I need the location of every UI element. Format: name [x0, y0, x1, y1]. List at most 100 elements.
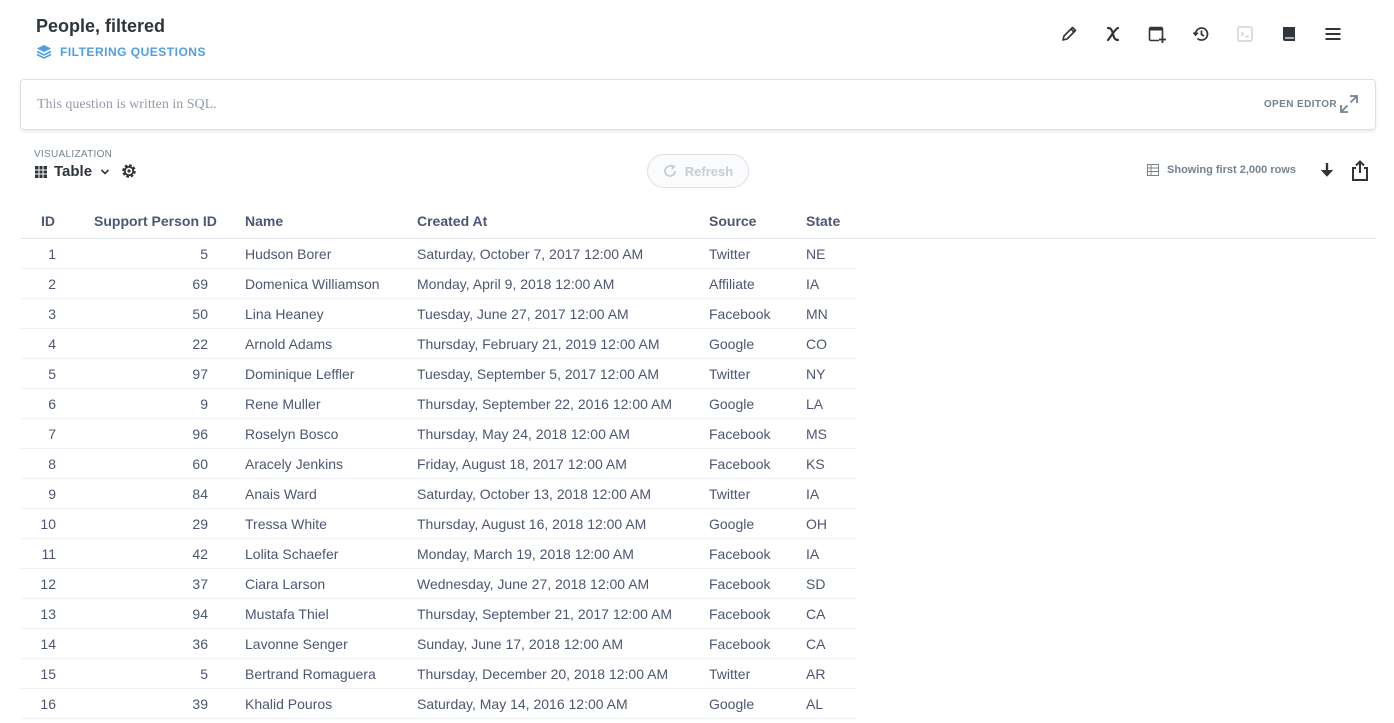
- refresh-button[interactable]: Refresh: [647, 154, 749, 188]
- gear-icon[interactable]: [120, 162, 138, 180]
- history-button[interactable]: [1190, 22, 1212, 46]
- cell-name[interactable]: Khalid Pouros: [245, 696, 332, 712]
- cell-source[interactable]: Facebook: [709, 306, 770, 322]
- cell-created-at[interactable]: Tuesday, September 5, 2017 12:00 AM: [417, 366, 659, 382]
- cell-id[interactable]: 12: [20, 576, 56, 592]
- cell-support-person-id[interactable]: 39: [100, 696, 208, 712]
- cell-created-at[interactable]: Thursday, December 20, 2018 12:00 AM: [417, 666, 668, 682]
- cell-source[interactable]: Google: [709, 396, 754, 412]
- cell-id[interactable]: 2: [20, 276, 56, 292]
- cell-id[interactable]: 7: [20, 426, 56, 442]
- cell-state[interactable]: OH: [806, 516, 827, 532]
- cell-name[interactable]: Lolita Schaefer: [245, 546, 338, 562]
- cell-support-person-id[interactable]: 29: [100, 516, 208, 532]
- download-icon[interactable]: [1318, 161, 1336, 181]
- cell-support-person-id[interactable]: 96: [100, 426, 208, 442]
- cell-id[interactable]: 4: [20, 336, 56, 352]
- cell-id[interactable]: 1: [20, 246, 56, 262]
- cell-support-person-id[interactable]: 60: [100, 456, 208, 472]
- cell-state[interactable]: CA: [806, 606, 825, 622]
- cell-support-person-id[interactable]: 5: [100, 246, 208, 262]
- cell-name[interactable]: Rene Muller: [245, 396, 320, 412]
- cell-created-at[interactable]: Friday, August 18, 2017 12:00 AM: [417, 456, 627, 472]
- cell-created-at[interactable]: Monday, March 19, 2018 12:00 AM: [417, 546, 634, 562]
- cell-created-at[interactable]: Thursday, September 22, 2016 12:00 AM: [417, 396, 672, 412]
- cell-created-at[interactable]: Thursday, August 16, 2018 12:00 AM: [417, 516, 646, 532]
- cell-support-person-id[interactable]: 97: [100, 366, 208, 382]
- cell-name[interactable]: Hudson Borer: [245, 246, 331, 262]
- cell-state[interactable]: IA: [806, 546, 819, 562]
- cell-created-at[interactable]: Monday, April 9, 2018 12:00 AM: [417, 276, 614, 292]
- cell-created-at[interactable]: Thursday, May 24, 2018 12:00 AM: [417, 426, 630, 442]
- cell-support-person-id[interactable]: 42: [100, 546, 208, 562]
- cell-source[interactable]: Google: [709, 696, 754, 712]
- open-editor-button[interactable]: OPEN EDITOR: [1264, 99, 1337, 110]
- variables-button[interactable]: [1102, 22, 1124, 46]
- cell-source[interactable]: Facebook: [709, 576, 770, 592]
- cell-source[interactable]: Google: [709, 516, 754, 532]
- cell-state[interactable]: MN: [806, 306, 828, 322]
- cell-source[interactable]: Twitter: [709, 366, 750, 382]
- cell-id[interactable]: 15: [20, 666, 56, 682]
- cell-name[interactable]: Arnold Adams: [245, 336, 332, 352]
- collection-link[interactable]: FILTERING QUESTIONS: [36, 44, 206, 60]
- cell-id[interactable]: 11: [20, 546, 56, 562]
- cell-id[interactable]: 13: [20, 606, 56, 622]
- add-to-dashboard-button[interactable]: [1146, 22, 1168, 46]
- cell-source[interactable]: Affiliate: [709, 276, 755, 292]
- column-header-id[interactable]: ID: [41, 213, 55, 229]
- column-header-source[interactable]: Source: [709, 213, 756, 229]
- cell-source[interactable]: Twitter: [709, 486, 750, 502]
- cell-state[interactable]: CA: [806, 636, 825, 652]
- cell-source[interactable]: Twitter: [709, 246, 750, 262]
- cell-support-person-id[interactable]: 9: [100, 396, 208, 412]
- cell-state[interactable]: AL: [806, 696, 823, 712]
- cell-support-person-id[interactable]: 36: [100, 636, 208, 652]
- column-header-name[interactable]: Name: [245, 213, 283, 229]
- cell-name[interactable]: Mustafa Thiel: [245, 606, 329, 622]
- cell-state[interactable]: CO: [806, 336, 827, 352]
- cell-created-at[interactable]: Thursday, September 21, 2017 12:00 AM: [417, 606, 672, 622]
- native-query-editor-bar[interactable]: This question is written in SQL. OPEN ED…: [20, 79, 1376, 130]
- column-header-created-at[interactable]: Created At: [417, 213, 487, 229]
- cell-source[interactable]: Facebook: [709, 456, 770, 472]
- cell-id[interactable]: 6: [20, 396, 56, 412]
- cell-created-at[interactable]: Thursday, February 21, 2019 12:00 AM: [417, 336, 660, 352]
- menu-button[interactable]: [1322, 22, 1344, 46]
- cell-id[interactable]: 16: [20, 696, 56, 712]
- cell-source[interactable]: Facebook: [709, 636, 770, 652]
- cell-id[interactable]: 10: [20, 516, 56, 532]
- cell-created-at[interactable]: Sunday, June 17, 2018 12:00 AM: [417, 636, 623, 652]
- cell-state[interactable]: AR: [806, 666, 825, 682]
- cell-support-person-id[interactable]: 50: [100, 306, 208, 322]
- cell-source[interactable]: Facebook: [709, 546, 770, 562]
- edit-button[interactable]: [1058, 22, 1080, 46]
- cell-name[interactable]: Anais Ward: [245, 486, 317, 502]
- cell-name[interactable]: Lina Heaney: [245, 306, 324, 322]
- column-header-state[interactable]: State: [806, 213, 840, 229]
- cell-state[interactable]: KS: [806, 456, 825, 472]
- cell-created-at[interactable]: Tuesday, June 27, 2017 12:00 AM: [417, 306, 629, 322]
- cell-support-person-id[interactable]: 84: [100, 486, 208, 502]
- cell-name[interactable]: Dominique Leffler: [245, 366, 354, 382]
- expand-icon[interactable]: [1339, 94, 1359, 114]
- column-header-support-person-id[interactable]: Support Person ID: [94, 213, 217, 229]
- cell-id[interactable]: 8: [20, 456, 56, 472]
- cell-state[interactable]: LA: [806, 396, 823, 412]
- cell-state[interactable]: MS: [806, 426, 827, 442]
- cell-id[interactable]: 3: [20, 306, 56, 322]
- cell-name[interactable]: Tressa White: [245, 516, 327, 532]
- cell-support-person-id[interactable]: 94: [100, 606, 208, 622]
- cell-state[interactable]: IA: [806, 276, 819, 292]
- cell-source[interactable]: Google: [709, 336, 754, 352]
- cell-name[interactable]: Roselyn Bosco: [245, 426, 338, 442]
- cell-created-at[interactable]: Saturday, May 14, 2016 12:00 AM: [417, 696, 628, 712]
- cell-state[interactable]: NE: [806, 246, 825, 262]
- cell-name[interactable]: Domenica Williamson: [245, 276, 380, 292]
- cell-source[interactable]: Twitter: [709, 666, 750, 682]
- cell-source[interactable]: Facebook: [709, 606, 770, 622]
- cell-state[interactable]: IA: [806, 486, 819, 502]
- cell-state[interactable]: SD: [806, 576, 825, 592]
- reference-button[interactable]: [1278, 22, 1300, 46]
- cell-name[interactable]: Bertrand Romaguera: [245, 666, 376, 682]
